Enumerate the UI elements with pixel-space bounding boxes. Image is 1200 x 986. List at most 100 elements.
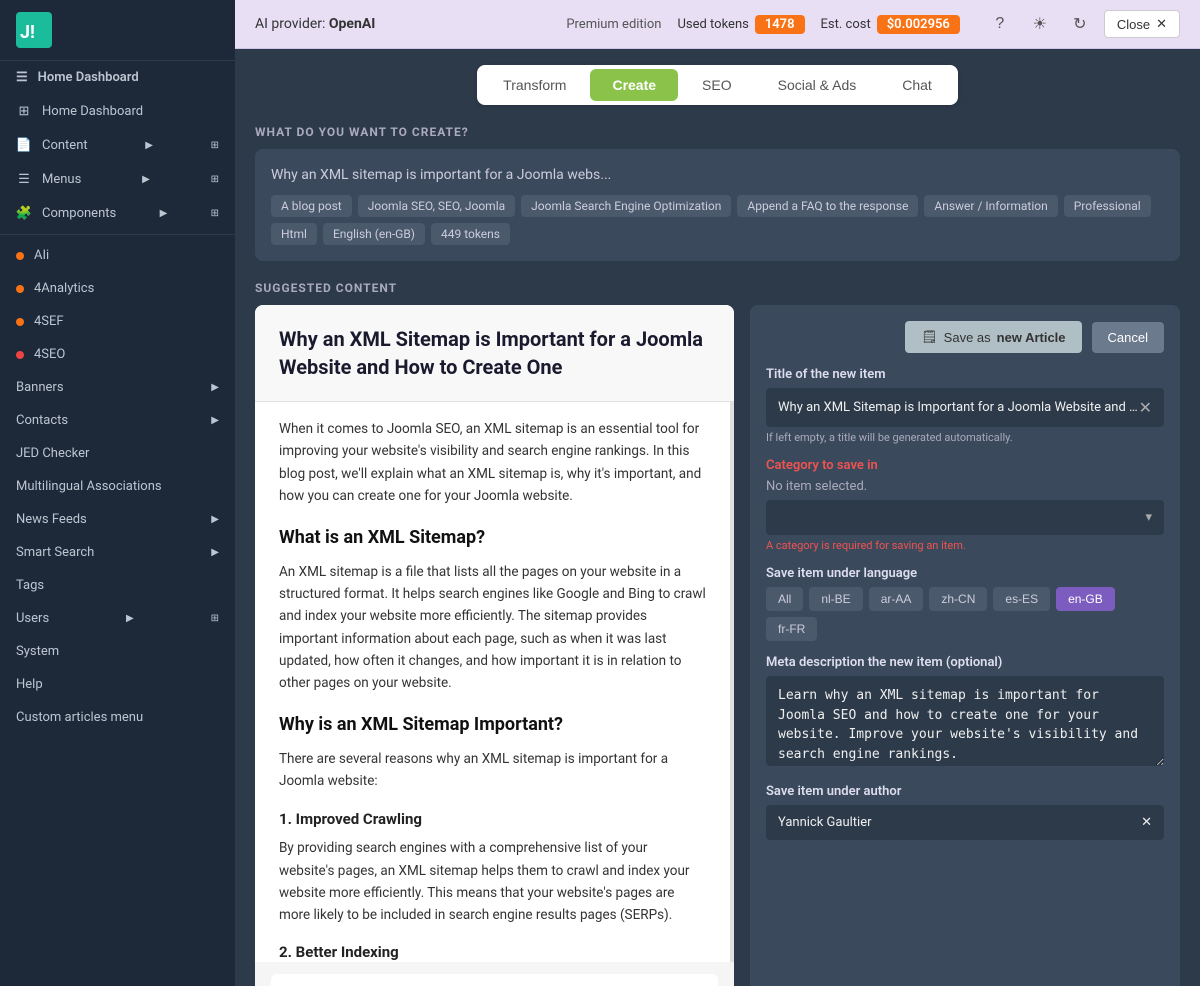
close-button[interactable]: Close ✕ [1104,10,1180,38]
language-buttons: All nl-BE ar-AA zh-CN es-ES en-GB fr-FR [766,587,1164,641]
lang-btn-all[interactable]: All [766,587,803,611]
tag-answer[interactable]: Answer / Information [924,195,1057,217]
toggle-menu-label: Home Dashboard [38,70,139,85]
title-value: Why an XML Sitemap is Important for a Jo… [778,400,1139,415]
lang-btn-nl-BE[interactable]: nl-BE [809,587,862,611]
meta-label: Meta description the new item (optional) [766,655,1164,670]
joomla-logo: J! [0,0,235,61]
arrow-icon: ▶ [211,382,219,393]
title-hint: If left empty, a title will be generated… [766,431,1164,444]
author-label: Save item under author [766,784,1164,799]
arrow-icon: ▶ [211,547,219,558]
language-label: Save item under language [766,566,1164,581]
lang-btn-ar-AA[interactable]: ar-AA [869,587,924,611]
tag-tokens[interactable]: 449 tokens [431,223,510,245]
sidebar-item-system[interactable]: System [0,635,235,668]
premium-badge: Premium edition [566,17,661,32]
arrow-icon: ▶ [160,208,168,219]
sidebar-item-label: Menus [42,172,81,187]
lang-btn-zh-CN[interactable]: zh-CN [929,587,987,611]
tag-blog-post[interactable]: A blog post [271,195,352,217]
author-input[interactable]: Yannick Gaultier ✕ [766,805,1164,840]
author-field-group: Save item under author Yannick Gaultier … [766,784,1164,840]
theme-button[interactable]: ☀ [1024,8,1056,40]
article-body: When it comes to Joomla SEO, an XML site… [255,402,734,962]
cancel-button[interactable]: Cancel [1092,322,1164,353]
category-select[interactable]: ▾ [766,500,1164,535]
sidebar-item-menus[interactable]: ☰ Menus ▶ ⊞ [0,162,235,196]
home-icon: ⊞ [16,103,32,119]
sidebar-item-banners[interactable]: Banners ▶ [0,371,235,404]
tag-joomla-seo[interactable]: Joomla SEO, SEO, Joomla [358,195,515,217]
meta-textarea[interactable]: Learn why an XML sitemap is important fo… [766,676,1164,766]
sidebar-item-label: JED Checker [16,446,89,461]
content-icon: 📄 [16,137,32,153]
tab-social-ads[interactable]: Social & Ads [756,69,879,101]
help-button[interactable]: ? [984,8,1016,40]
sidebar-item-label: 4SEF [34,314,64,329]
sidebar-item-label: Banners [16,380,64,395]
meta-card: Learn why an XML sitemap is important fo… [271,974,718,986]
toggle-menu[interactable]: ☰ Home Dashboard [0,61,235,94]
sidebar-item-users[interactable]: Users ▶ ⊞ [0,602,235,635]
tag-professional[interactable]: Professional [1064,195,1151,217]
sidebar-item-label: News Feeds [16,512,87,527]
article-h3-2: 2. Better Indexing [279,940,706,962]
arrow-icon: ▶ [211,514,219,525]
language-field-group: Save item under language All nl-BE ar-AA… [766,566,1164,641]
sidebar-item-label: Custom articles menu [16,710,143,725]
sidebar-item-4sef[interactable]: 4SEF [0,305,235,338]
grid-icon: ⊞ [211,140,219,151]
cost-label: Est. cost [821,17,871,32]
arrow-icon: ▶ [126,613,134,624]
sidebar-item-4analytics[interactable]: 4Analytics [0,272,235,305]
lang-btn-es-ES[interactable]: es-ES [993,587,1050,611]
sidebar-item-label: Help [16,677,43,692]
tag-language[interactable]: English (en-GB) [323,223,425,245]
grid-icon: ⊞ [211,174,219,185]
article-title-box: Why an XML Sitemap is Important for a Jo… [255,305,734,402]
tab-chat[interactable]: Chat [880,69,954,101]
sidebar-item-multilingual[interactable]: Multilingual Associations [0,470,235,503]
sidebar-item-label: AIi [34,248,49,263]
cost-group: Est. cost $0.002956 [821,15,960,34]
arrow-icon: ▶ [142,174,150,185]
title-input[interactable]: Why an XML Sitemap is Important for a Jo… [766,388,1164,427]
sidebar-item-home-dashboard[interactable]: ⊞ Home Dashboard [0,94,235,128]
create-input-text: Why an XML sitemap is important for a Jo… [271,165,611,183]
sidebar-item-custom-articles[interactable]: Custom articles menu [0,701,235,734]
tab-seo[interactable]: SEO [680,69,754,101]
category-label: Category to save in [766,458,1164,473]
tab-transform[interactable]: Transform [481,69,588,101]
sidebar-item-smart-search[interactable]: Smart Search ▶ [0,536,235,569]
title-clear-icon[interactable]: ✕ [1139,398,1152,417]
sidebar-item-tags[interactable]: Tags [0,569,235,602]
sidebar-item-news-feeds[interactable]: News Feeds ▶ [0,503,235,536]
no-item-text: No item selected. [766,479,1164,494]
sidebar-item-components[interactable]: 🧩 Components ▶ ⊞ [0,196,235,230]
tab-create[interactable]: Create [590,69,678,101]
sidebar-item-label: Smart Search [16,545,94,560]
title-label: Title of the new item [766,367,1164,382]
sidebar-item-content[interactable]: 📄 Content ▶ ⊞ [0,128,235,162]
refresh-button[interactable]: ↻ [1064,8,1096,40]
author-clear-icon[interactable]: ✕ [1141,815,1152,830]
lang-btn-fr-FR[interactable]: fr-FR [766,617,817,641]
tag-append-faq[interactable]: Append a FAQ to the response [737,195,918,217]
save-article-button[interactable]: 🗒 Save as new Article [905,321,1081,353]
menus-icon: ☰ [16,171,32,187]
tag-joomla-search[interactable]: Joomla Search Engine Optimization [521,195,731,217]
tag-html[interactable]: Html [271,223,317,245]
category-error: A category is required for saving an ite… [766,539,1164,552]
sidebar-item-label: Components [42,206,116,221]
sidebar-item-4seo[interactable]: 4SEO [0,338,235,371]
grid-icon: ⊞ [211,208,219,219]
save-icon: 🗒 [921,329,938,345]
sidebar-item-aii[interactable]: AIi [0,239,235,272]
sidebar-item-help[interactable]: Help [0,668,235,701]
lang-btn-en-GB[interactable]: en-GB [1056,587,1115,611]
topbar-actions: ? ☀ ↻ Close ✕ [984,8,1180,40]
sidebar-item-jed-checker[interactable]: JED Checker [0,437,235,470]
article-intro: When it comes to Joomla SEO, an XML site… [279,418,706,507]
sidebar-item-contacts[interactable]: Contacts ▶ [0,404,235,437]
